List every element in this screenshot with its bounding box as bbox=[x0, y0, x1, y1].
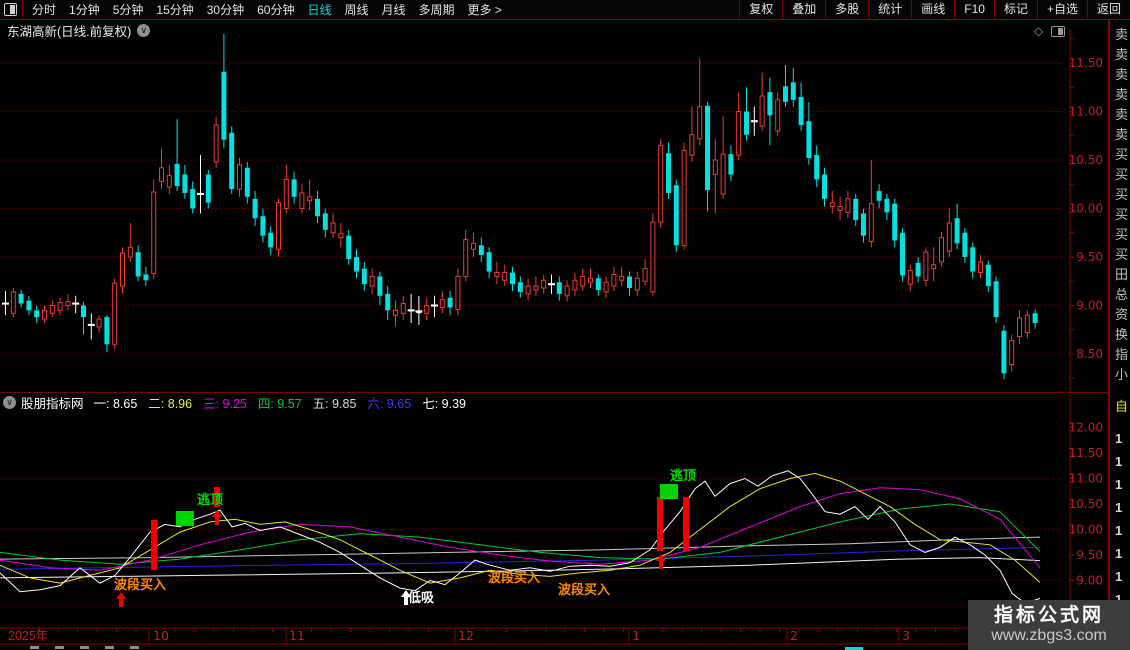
edge-glyph: 买 bbox=[1115, 227, 1129, 242]
edge-glyph: 卖 bbox=[1115, 87, 1129, 102]
action-button-画线[interactable]: 画线 bbox=[911, 0, 954, 20]
edge-glyph: 换 bbox=[1115, 327, 1129, 342]
period-tab-周线[interactable]: 周线 bbox=[344, 3, 368, 17]
action-button-叠加[interactable]: 叠加 bbox=[782, 0, 825, 20]
period-tab-日线[interactable]: 日线 bbox=[307, 3, 331, 17]
edge-glyph: 卖 bbox=[1115, 47, 1129, 62]
svg-text:11: 11 bbox=[289, 628, 305, 643]
chart-title-bar: 东湖高新(日线.前复权) ∨ bbox=[0, 20, 1030, 40]
stock-app-window: 分时 1分钟 5分钟 15分钟 30分钟 60分钟 日线 周线 月线 多周期 更多 > 复权 叠加 多股… bbox=[0, 0, 1130, 650]
period-tab-更多 >[interactable]: 更多 > bbox=[468, 3, 502, 17]
action-button-返回[interactable]: 返回 bbox=[1086, 0, 1130, 20]
edge-digit: 1 bbox=[1115, 431, 1123, 446]
action-button-统计[interactable]: 统计 bbox=[868, 0, 911, 20]
edge-glyph: 卖 bbox=[1115, 107, 1129, 122]
svg-text:1: 1 bbox=[632, 628, 640, 643]
edge-glyph: 买 bbox=[1115, 147, 1129, 162]
quote-strip-clipped[interactable]: 卖卖卖卖卖卖买买买买买买田总资换指小自11111111 bbox=[1108, 0, 1130, 650]
action-button-F10[interactable]: F10 bbox=[954, 0, 994, 20]
indicator-value-七: 七: 9.39 bbox=[422, 397, 466, 411]
edge-glyph-highlight: 自 bbox=[1115, 399, 1129, 414]
edge-glyph: 资 bbox=[1115, 307, 1129, 322]
edge-digit: 1 bbox=[1115, 477, 1123, 492]
svg-text:波段买入: 波段买入 bbox=[488, 570, 540, 585]
watermark-box: 指标公式网 www.zbgs3.com bbox=[968, 600, 1130, 650]
svg-text:逃顶: 逃顶 bbox=[670, 468, 696, 483]
svg-text:9.00: 9.00 bbox=[1076, 299, 1103, 313]
top-menu-bar: 分时 1分钟 5分钟 15分钟 30分钟 60分钟 日线 周线 月线 多周期 更多 > 复权 叠加 多股… bbox=[0, 0, 1130, 20]
period-tab-30分钟[interactable]: 30分钟 bbox=[207, 3, 244, 17]
svg-text:10: 10 bbox=[153, 628, 169, 643]
svg-text:逃顶: 逃顶 bbox=[197, 492, 223, 507]
action-button-标记[interactable]: 标记 bbox=[993, 0, 1037, 20]
indicator-values: 一: 8.65 二: 8.96 三: 9.25 四: 9.57 五: 9.85 六: 9.… bbox=[94, 393, 477, 412]
action-button-多股[interactable]: 多股 bbox=[825, 0, 868, 20]
svg-text:9.00: 9.00 bbox=[1076, 574, 1103, 588]
edge-glyph: 买 bbox=[1115, 167, 1129, 182]
edge-digit: 1 bbox=[1115, 546, 1123, 561]
chevron-down-icon[interactable]: ∨ bbox=[3, 396, 16, 409]
edge-glyph: 指 bbox=[1115, 347, 1129, 362]
indicator-value-五: 五: 9.85 bbox=[312, 397, 357, 411]
action-menu: 复权 叠加 多股 统计 画线 F10 标记 +自选 返回 bbox=[739, 0, 1130, 20]
period-tab-15分钟[interactable]: 15分钟 bbox=[156, 3, 193, 17]
indicator-value-三: 三: 9.25 bbox=[203, 397, 247, 411]
edge-glyph: 买 bbox=[1115, 207, 1129, 222]
edge-glyph: 田 bbox=[1115, 267, 1129, 282]
edge-glyph: 买 bbox=[1115, 247, 1129, 262]
edge-glyph: 卖 bbox=[1115, 127, 1129, 142]
stock-title[interactable]: 东湖高新(日线.前复权) bbox=[7, 21, 131, 40]
edge-glyph: 卖 bbox=[1115, 67, 1129, 82]
chart-corner-icons: ◇ bbox=[1034, 24, 1066, 38]
edge-digit: 1 bbox=[1115, 523, 1123, 538]
edge-glyph: 总 bbox=[1115, 287, 1129, 302]
svg-text:波段买入: 波段买入 bbox=[558, 582, 610, 597]
period-tab-月线[interactable]: 月线 bbox=[382, 3, 406, 17]
edge-digit: 1 bbox=[1115, 454, 1123, 469]
period-tab-60分钟[interactable]: 60分钟 bbox=[257, 3, 294, 17]
svg-text:波段买入: 波段买入 bbox=[114, 577, 166, 592]
action-button-复权[interactable]: 复权 bbox=[739, 0, 782, 20]
svg-text:3: 3 bbox=[902, 628, 910, 643]
period-menu: 分时 1分钟 5分钟 15分钟 30分钟 60分钟 日线 周线 月线 多周期 更多 > bbox=[32, 1, 515, 18]
indicator-header: ∨ 股朋指标网 一: 8.65 二: 8.96 三: 9.25 四: 9.57 五: 9… bbox=[0, 394, 1100, 411]
indicator-name[interactable]: 股朋指标网 bbox=[21, 393, 84, 412]
svg-text:低吸: 低吸 bbox=[407, 590, 435, 605]
svg-text:9.50: 9.50 bbox=[1076, 548, 1103, 562]
svg-text:9.50: 9.50 bbox=[1076, 250, 1103, 264]
window-split-icon[interactable] bbox=[4, 3, 17, 16]
action-button-+自选[interactable]: +自选 bbox=[1036, 0, 1087, 20]
period-tab-分时[interactable]: 分时 bbox=[32, 3, 56, 17]
svg-text:2025年: 2025年 bbox=[8, 629, 48, 643]
watermark-site-url: www.zbgs3.com bbox=[991, 627, 1107, 645]
edge-glyph: 小 bbox=[1115, 367, 1129, 382]
menu-divider bbox=[22, 0, 23, 20]
diamond-icon[interactable]: ◇ bbox=[1034, 24, 1043, 38]
period-tab-1分钟[interactable]: 1分钟 bbox=[69, 3, 100, 17]
edge-digit: 1 bbox=[1115, 500, 1123, 515]
period-tab-多周期[interactable]: 多周期 bbox=[419, 3, 455, 17]
watermark-site-name: 指标公式网 bbox=[993, 605, 1104, 627]
indicator-value-六: 六: 9.65 bbox=[367, 397, 412, 411]
svg-text:8.50: 8.50 bbox=[1076, 347, 1103, 361]
edge-digit: 1 bbox=[1115, 569, 1123, 584]
svg-text:2: 2 bbox=[790, 628, 798, 643]
svg-text:12: 12 bbox=[458, 628, 474, 643]
indicator-value-四: 四: 9.57 bbox=[257, 397, 302, 411]
panel-layout-icon[interactable] bbox=[1051, 25, 1066, 37]
edge-glyph: 卖 bbox=[1115, 27, 1129, 42]
period-tab-5分钟[interactable]: 5分钟 bbox=[113, 3, 144, 17]
indicator-value-二: 二: 8.96 bbox=[148, 397, 193, 411]
price-chart-canvas[interactable]: 11.5011.0010.5010.009.509.008.5012.0011.… bbox=[0, 0, 1130, 650]
indicator-value-一: 一: 8.65 bbox=[93, 397, 138, 411]
chevron-down-icon[interactable]: ∨ bbox=[137, 23, 151, 37]
edge-glyph: 买 bbox=[1115, 187, 1129, 202]
